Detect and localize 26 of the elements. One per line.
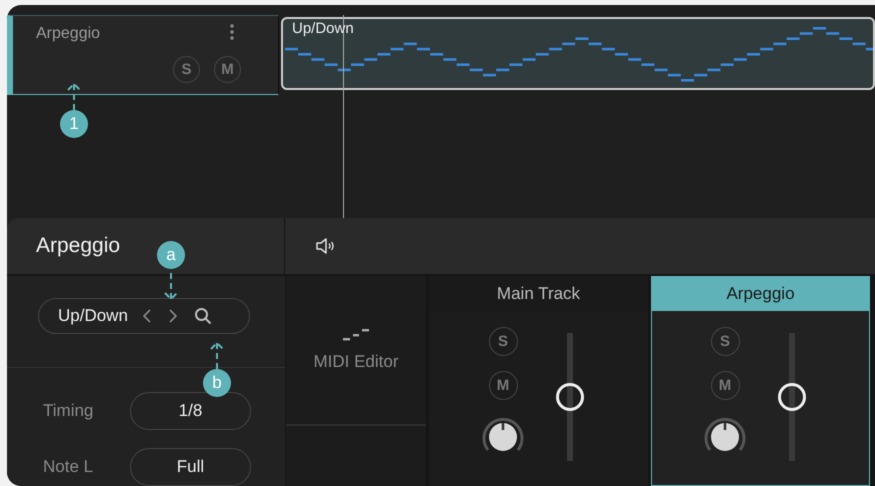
callout-badge: 1	[60, 110, 88, 138]
field-label: Note L	[43, 457, 94, 477]
more-options-icon[interactable]	[230, 24, 234, 40]
mute-button[interactable]: M	[488, 371, 518, 400]
solo-button[interactable]: S	[710, 327, 740, 356]
next-icon[interactable]	[168, 308, 178, 324]
midi-editor-label: MIDI Editor	[313, 352, 399, 372]
track-header[interactable]: Arpeggio S M	[7, 15, 279, 95]
inspector-title: Arpeggio	[36, 234, 120, 258]
track-name: Arpeggio	[36, 25, 100, 43]
fader-thumb[interactable]	[778, 383, 806, 411]
midi-notes-icon	[343, 328, 369, 342]
preset-name: Up/Down	[58, 306, 128, 326]
preset-selector[interactable]: Up/Down	[38, 298, 250, 334]
solo-button[interactable]: S	[488, 327, 518, 356]
search-icon[interactable]	[194, 306, 212, 324]
field-label: Timing	[43, 401, 94, 421]
channel-name[interactable]: Arpeggio	[652, 277, 869, 311]
midi-editor-tile[interactable]: MIDI Editor	[286, 276, 426, 426]
value-field[interactable]: Full	[130, 448, 251, 486]
fader-thumb[interactable]	[556, 383, 584, 411]
mixer-channel[interactable]: Arpeggio S M	[651, 276, 870, 486]
mute-button[interactable]: M	[710, 371, 740, 400]
speaker-icon[interactable]	[315, 238, 335, 254]
previous-icon[interactable]	[142, 308, 152, 324]
mixer-channel[interactable]: Main Track S M	[429, 276, 648, 486]
